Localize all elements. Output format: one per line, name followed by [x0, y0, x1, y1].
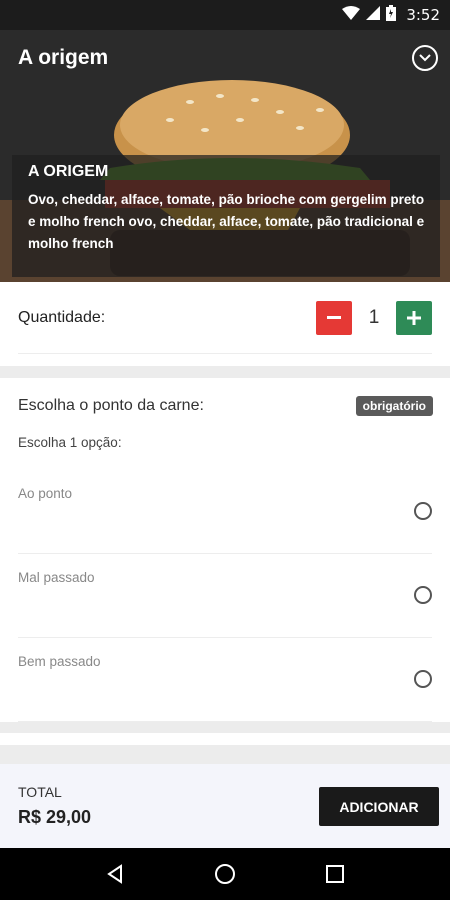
options-title: Escolha o ponto da carne: — [18, 397, 204, 414]
total-label: TOTAL — [18, 784, 62, 800]
option-bem-passado[interactable]: Bem passado — [18, 638, 432, 722]
plus-icon — [407, 310, 421, 325]
options-subtitle: Escolha 1 opção: — [18, 435, 122, 450]
option-label: Bem passado — [18, 654, 101, 669]
increase-button[interactable] — [396, 300, 432, 335]
total-bar: TOTAL R$ 29,00 ADICIONAR — [0, 764, 450, 848]
total-value: R$ 29,00 — [18, 807, 92, 827]
quantity-value: 1 — [368, 306, 380, 328]
quantity-stepper: 1 — [316, 300, 432, 335]
page-title: A origem — [18, 46, 109, 69]
next-card-edge — [0, 733, 450, 745]
signal-icon — [366, 5, 381, 25]
option-label: Ao ponto — [18, 486, 73, 501]
product-description: Ovo, cheddar, alface, tomate, pão brioch… — [28, 192, 425, 251]
chevron-down-circle-icon[interactable] — [412, 45, 438, 71]
product-name: A ORIGEM — [28, 163, 109, 180]
required-badge: obrigatório — [355, 396, 433, 416]
product-info: A ORIGEM Ovo, cheddar, alface, tomate, p… — [12, 155, 440, 277]
radio-button[interactable] — [414, 502, 432, 520]
quantity-row: Quantidade: 1 — [18, 282, 432, 354]
quantity-label: Quantidade: — [18, 308, 106, 326]
add-button[interactable]: ADICIONAR — [319, 787, 439, 826]
radio-button[interactable] — [414, 586, 432, 604]
navigation-bar — [0, 848, 450, 900]
decrease-button[interactable] — [316, 300, 352, 335]
product-hero: A origem A ORIGEM Ovo, cheddar, alface, … — [0, 30, 450, 282]
recents-icon[interactable] — [320, 859, 350, 889]
wifi-icon — [342, 5, 361, 25]
quantity-card: Quantidade: 1 — [0, 282, 450, 366]
options-list: Ao ponto Mal passado Bem passado — [18, 470, 432, 722]
home-icon[interactable] — [210, 859, 240, 889]
meat-options-card: Escolha o ponto da carne: obrigatório Es… — [0, 378, 450, 722]
options-header: Escolha o ponto da carne: obrigatório — [18, 396, 433, 416]
option-ao-ponto[interactable]: Ao ponto — [18, 470, 432, 554]
battery-icon — [386, 4, 397, 26]
minus-icon — [327, 315, 341, 319]
status-time: 3:52 — [406, 6, 440, 24]
back-icon[interactable] — [100, 859, 130, 889]
app-bar: A origem — [0, 30, 450, 86]
option-label: Mal passado — [18, 570, 95, 585]
option-mal-passado[interactable]: Mal passado — [18, 554, 432, 638]
status-bar: 3:52 — [0, 0, 450, 30]
radio-button[interactable] — [414, 670, 432, 688]
